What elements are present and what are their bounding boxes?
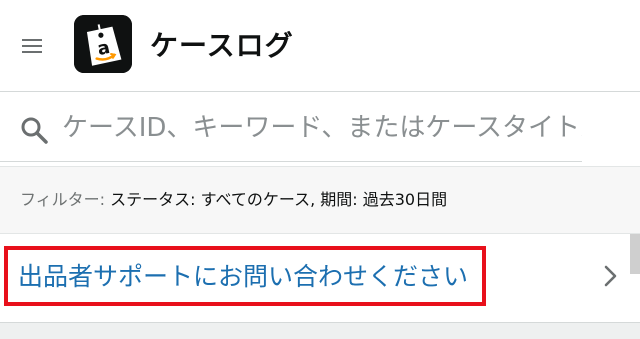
scrollbar-thumb[interactable] [630,234,640,274]
search-input[interactable] [62,106,582,150]
filter-criteria: ステータス: すべてのケース, 期間: 過去30日間 [105,190,448,209]
filter-summary[interactable]: フィルター: ステータス: すべてのケース, 期間: 過去30日間 [20,187,447,213]
contact-seller-support-row[interactable]: 出品者サポートにお問い合わせください [0,234,640,322]
hamburger-menu-icon[interactable] [22,37,44,55]
page-title: ケースログ [150,29,294,62]
amazon-seller-tag-icon: a [74,15,132,73]
chevron-right-icon [604,265,617,287]
amazon-seller-logo: a [74,15,132,73]
search-area [0,92,640,166]
list-item [0,322,640,339]
filter-bar: フィルター: ステータス: すべてのケース, 期間: 過去30日間 [0,166,640,234]
search-icon [21,117,48,144]
filter-prefix: フィルター: [20,190,106,209]
search-box[interactable] [0,92,582,162]
contact-seller-support-link[interactable]: 出品者サポートにお問い合わせください [18,258,468,296]
app-header: a ケースログ [0,0,640,92]
